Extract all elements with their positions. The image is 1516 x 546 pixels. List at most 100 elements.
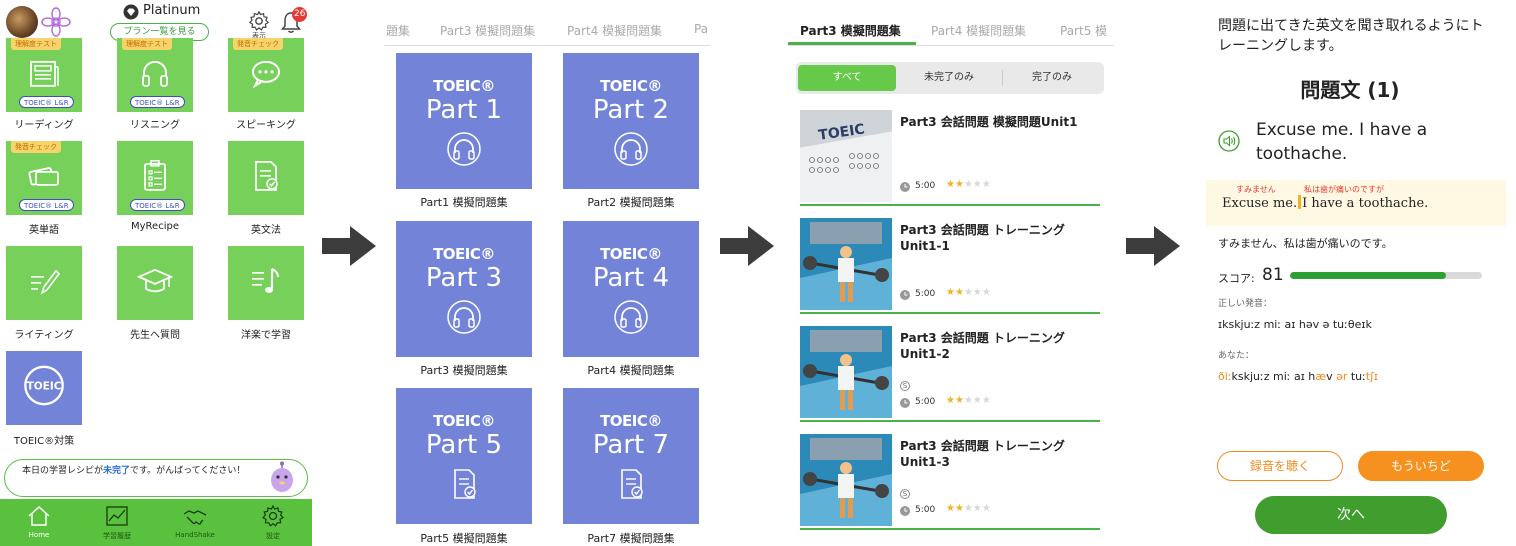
tile-listening[interactable]: 理解度テスト TOEIC® L&R: [117, 38, 193, 112]
filter-incomplete[interactable]: 未完了のみ: [900, 65, 998, 91]
part-card[interactable]: TOEIC® Part 2: [563, 53, 699, 189]
tab-settings[interactable]: 設定: [234, 499, 312, 546]
tab-label: Home: [28, 531, 50, 539]
tile-label: 英単語: [29, 225, 59, 236]
tile-ask-teacher[interactable]: [117, 246, 193, 320]
score-bar-fill: [1290, 272, 1446, 279]
tile-tag: TOEIC® L&R: [130, 199, 185, 211]
filter-all[interactable]: すべて: [798, 65, 896, 91]
unit-title: Part3 会話問題 トレーニングUnit1-3: [900, 439, 1065, 469]
list-item[interactable]: Part3 会話問題 トレーニングUnit1-2 S 5:00 ★★★★★: [800, 322, 1100, 422]
listen-recording-button[interactable]: 録音を聴く: [1217, 451, 1343, 481]
tile-grammar[interactable]: [228, 141, 304, 215]
tab-label: 学習履歴: [103, 532, 131, 540]
duration: 5:00: [915, 181, 936, 191]
star-filled-icon: ★: [954, 503, 964, 514]
gym-thumbnail: [800, 326, 892, 418]
tab-part[interactable]: Part4 模擬問題集: [567, 22, 662, 39]
english-sentence: Excuse me. I have a toothache.: [1256, 120, 1428, 164]
ipa-mispronounced-segment: tʃɪ: [1365, 370, 1378, 383]
toeic-brand: TOEIC®: [600, 77, 662, 95]
list-item[interactable]: Part3 会話問題 トレーニングUnit1-1 5:00 ★★★★★: [800, 214, 1100, 314]
tile-ribbon: 発音チェック: [11, 141, 61, 153]
part-card[interactable]: TOEIC® Part 3: [396, 221, 532, 357]
clock-icon: [900, 290, 910, 300]
tile-toeic[interactable]: TOEIC: [6, 351, 82, 425]
part-card[interactable]: TOEIC® Part 1: [396, 53, 532, 189]
ipa-segment: tuː: [1347, 370, 1366, 383]
annotation-excuse-me: すみません: [1236, 185, 1276, 194]
tab-label: HandShake: [175, 531, 215, 539]
instruction-text: 問題に出てきた英文を聞き取れるようにトレーニングします。: [1218, 18, 1484, 54]
ipa-segment: kskjuːz miː aɪ h: [1231, 370, 1316, 383]
tab-home[interactable]: Home: [0, 499, 78, 546]
bottom-tab-bar: Home 学習履歴 HandShake 設定: [0, 499, 312, 546]
tile-reading[interactable]: 理解度テスト TOEIC® L&R: [6, 38, 82, 112]
part-number: Part 2: [592, 95, 670, 125]
toeic-badge-icon: TOEIC: [24, 365, 64, 406]
recipe-status: 未完了: [103, 466, 131, 476]
avatar[interactable]: [6, 6, 38, 38]
gear-icon[interactable]: [248, 10, 270, 32]
active-tab-indicator: [788, 42, 916, 45]
coin-icon: S: [900, 381, 910, 391]
question-heading: 問題文 (1): [1300, 78, 1400, 102]
tab-part5[interactable]: Part5 模: [1060, 22, 1107, 39]
star-filled-icon: ★: [946, 503, 955, 514]
filter-complete[interactable]: 完了のみ: [1003, 65, 1101, 91]
star-empty-icon: ★: [981, 395, 991, 406]
home-screen: Platinum プラン一覧を見る 表示 26 理解度テスト TOEIC® L&…: [0, 0, 312, 546]
tile-label: MyRecipe: [131, 221, 179, 232]
difficulty-stars: ★★★★★: [946, 395, 991, 406]
star-empty-icon: ★: [981, 179, 991, 190]
toeic-brand: TOEIC®: [600, 245, 662, 263]
part-card[interactable]: TOEIC® Part 5: [396, 388, 532, 524]
star-empty-icon: ★: [981, 287, 991, 298]
star-filled-icon: ★: [954, 395, 964, 406]
toeic-brand: TOEIC®: [433, 412, 495, 430]
tab-part[interactable]: Pa: [694, 22, 708, 36]
list-item[interactable]: TOEIC Part3 会話問題 模擬問題Unit1 5:00 ★★★★★: [800, 106, 1100, 206]
your-ipa: ðiːkskjuːz miː aɪ hæv ər tuːtʃɪ: [1218, 370, 1378, 383]
tile-songs[interactable]: [228, 246, 304, 320]
tile-writing[interactable]: [6, 246, 82, 320]
sentence-analysis-box: すみません 私は歯が痛いのですが Excuse me. I have a toot…: [1206, 180, 1506, 226]
part-label: Part4 模擬問題集: [587, 364, 675, 377]
unit-title: Part3 会話問題 トレーニングUnit1-1: [900, 223, 1065, 253]
part-number: Part 3: [425, 263, 503, 293]
correct-ipa: ɪkskjuːz miː aɪ həv ə tuːθeɪk: [1218, 318, 1372, 331]
tile-label: リーディング: [14, 120, 74, 131]
retry-button[interactable]: もういちど: [1358, 451, 1484, 481]
tab-part[interactable]: Part3 模擬問題集: [440, 22, 535, 39]
tab-part3[interactable]: Part3 模擬問題集: [800, 22, 901, 39]
tile-myrecipe[interactable]: TOEIC® L&R: [117, 141, 193, 215]
tile-speaking[interactable]: 発音チェック: [228, 38, 304, 112]
gear-icon: [262, 504, 284, 527]
tab-part4[interactable]: Part4 模擬問題集: [931, 22, 1026, 39]
tab-handshake[interactable]: HandShake: [156, 499, 234, 546]
japanese-translation: すみません、私は歯が痛いのです。: [1218, 237, 1393, 250]
daily-recipe-banner[interactable]: 本日の学習レシピが未完了です。がんばってください！: [4, 459, 308, 497]
part-card[interactable]: TOEIC® Part 4: [563, 221, 699, 357]
chart-icon: [106, 506, 128, 526]
tile-vocabulary[interactable]: 発音チェック TOEIC® L&R: [6, 141, 82, 215]
speaker-icon[interactable]: [1218, 130, 1240, 152]
headphones-icon: [447, 300, 481, 334]
toeic-brand: TOEIC®: [433, 77, 495, 95]
document-check-icon: [621, 469, 643, 499]
star-empty-icon: ★: [963, 287, 973, 298]
correct-pronunciation-label: 正しい発音：: [1218, 299, 1273, 309]
notification-badge: 26: [292, 7, 308, 22]
list-item[interactable]: Part3 会話問題 トレーニングUnit1-3 S 5:00 ★★★★★: [800, 430, 1100, 530]
star-filled-icon: ★: [954, 287, 964, 298]
tab-part[interactable]: 題集: [386, 22, 410, 39]
graduation-cap-icon: [137, 268, 173, 293]
tab-history[interactable]: 学習履歴: [78, 499, 156, 546]
newspaper-icon: [30, 60, 59, 87]
next-button[interactable]: 次へ: [1255, 496, 1447, 534]
unit-list-screen: Part3 模擬問題集 Part4 模擬問題集 Part5 模 すべて 未完了の…: [788, 0, 1114, 546]
part-card[interactable]: TOEIC® Part 7: [563, 388, 699, 524]
ipa-mispronounced-segment: ər: [1336, 370, 1348, 383]
toeic-brand: TOEIC®: [433, 245, 495, 263]
part-label: Part5 模擬問題集: [420, 532, 508, 545]
